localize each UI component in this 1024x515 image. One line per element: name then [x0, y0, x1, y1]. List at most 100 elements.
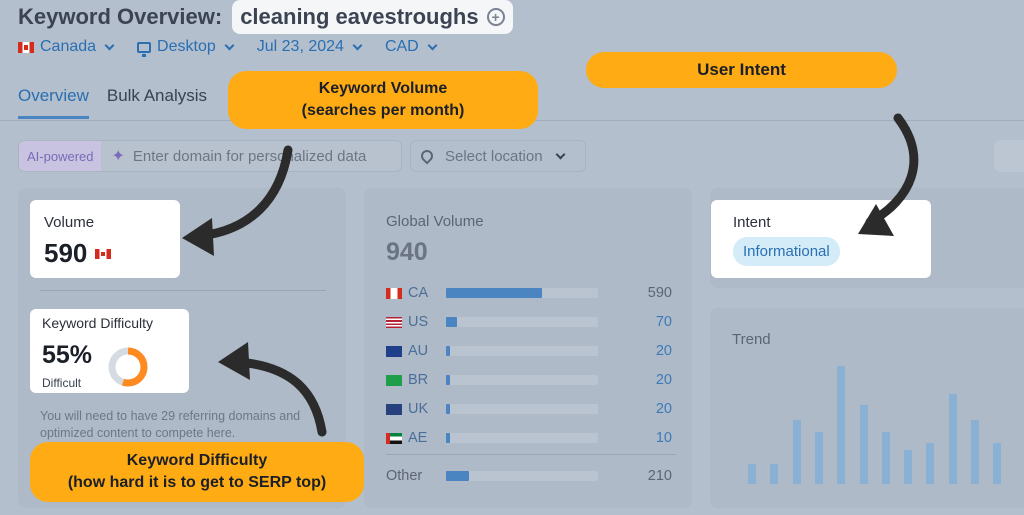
intent-badge[interactable]: Informational: [733, 237, 840, 266]
volume-bar-track: [446, 346, 598, 356]
trend-bar[interactable]: [949, 394, 957, 484]
country-volume-value[interactable]: 20: [656, 401, 672, 417]
global-volume-row-au: AU 20: [386, 341, 676, 361]
volume-label: Volume: [44, 214, 95, 231]
global-volume-row-us: US 70: [386, 312, 676, 332]
chevron-down-icon: [427, 40, 438, 50]
volume-bar-fill: [446, 404, 450, 414]
other-bar-track: [446, 471, 598, 481]
trend-bar[interactable]: [993, 443, 1001, 484]
country-code: AU: [408, 343, 429, 359]
country-code: CA: [408, 285, 429, 301]
volume-bar-fill: [446, 288, 542, 298]
volume-callout-line1: Keyword Volume: [318, 80, 448, 97]
volume-callout-line2: (searches per month): [301, 102, 465, 119]
global-volume-row-br: BR 20: [386, 370, 676, 390]
volume-bar-fill: [446, 346, 450, 356]
intent-callout: User Intent: [586, 52, 897, 88]
trend-label: Trend: [732, 331, 771, 348]
toolbar-right-control[interactable]: [994, 140, 1024, 172]
trend-bar[interactable]: [860, 405, 868, 484]
country-code: AE: [408, 430, 428, 446]
volume-bar-fill: [446, 433, 450, 443]
kd-donut-chart: [108, 347, 148, 387]
country-label: Canada: [40, 38, 97, 55]
location-placeholder: Select location: [445, 147, 543, 165]
country-code: BR: [408, 372, 429, 388]
country-selector[interactable]: Canada: [18, 38, 115, 56]
global-volume-row-ae: AE 10: [386, 428, 676, 448]
domain-input[interactable]: Enter domain for personalized data: [133, 148, 366, 165]
device-selector[interactable]: Desktop: [137, 38, 235, 57]
trend-bar[interactable]: [882, 432, 890, 484]
ca-flag-icon: [386, 288, 402, 299]
tab-bulk-analysis[interactable]: Bulk Analysis: [107, 86, 207, 119]
trend-bar[interactable]: [837, 366, 845, 484]
volume-callout: Keyword Volume (searches per month): [228, 71, 538, 129]
currency-selector[interactable]: CAD: [385, 38, 438, 56]
trend-bar[interactable]: [904, 450, 912, 484]
kd-callout-line2: (how hard it is to get to SERP top): [67, 474, 327, 491]
trend-bar[interactable]: [770, 464, 778, 484]
volume-bar-fill: [446, 375, 450, 385]
tabs: Overview Bulk Analysis: [18, 86, 207, 119]
volume-bar-track: [446, 288, 598, 298]
keyword-chip: cleaning eavestroughs +: [232, 0, 513, 34]
global-volume-value: 940: [386, 238, 428, 266]
volume-bar-track: [446, 404, 598, 414]
keyword-text: cleaning eavestroughs: [240, 4, 479, 29]
country-volume-value: 590: [647, 285, 672, 301]
trend-bar[interactable]: [793, 420, 801, 484]
global-volume-divider: [386, 454, 676, 455]
kd-value: 55%: [42, 341, 93, 369]
location-pin-icon: [418, 147, 436, 165]
intent-card: Intent Informational: [711, 200, 931, 278]
page: Keyword Overview: cleaning eavestroughs …: [0, 0, 1024, 515]
ai-domain-field[interactable]: AI-powered ✦ Enter domain for personaliz…: [18, 140, 402, 172]
country-volume-value[interactable]: 20: [656, 343, 672, 359]
canada-flag-icon: [95, 248, 112, 259]
kd-note: You will need to have 29 referring domai…: [40, 409, 301, 440]
country-volume-value[interactable]: 70: [656, 314, 672, 330]
keyword-difficulty-card: Keyword Difficulty 55% Difficult: [30, 309, 189, 393]
other-label: Other: [386, 468, 423, 484]
toolbar: AI-powered ✦ Enter domain for personaliz…: [18, 140, 586, 172]
volume-bar-fill: [446, 317, 457, 327]
intent-callout-text: User Intent: [697, 60, 786, 79]
ae-flag-icon: [386, 433, 402, 444]
us-flag-icon: [386, 317, 402, 328]
country-code: UK: [408, 401, 429, 417]
au-flag-icon: [386, 346, 402, 357]
canada-flag-icon: [18, 41, 34, 53]
country-code: US: [408, 314, 429, 330]
page-title: Keyword Overview: cleaning eavestroughs …: [18, 0, 513, 34]
plus-circle-icon[interactable]: +: [486, 8, 505, 26]
trend-bar[interactable]: [748, 464, 756, 484]
filters-bar: Canada Desktop Jul 23, 2024 CAD: [18, 38, 438, 57]
country-volume-value[interactable]: 20: [656, 372, 672, 388]
volume-bar-track: [446, 433, 598, 443]
sparkle-icon: ✦: [111, 148, 125, 165]
device-label: Desktop: [157, 38, 216, 55]
volume-value: 590: [44, 238, 88, 268]
other-value: 210: [647, 468, 672, 484]
chevron-down-icon: [104, 40, 115, 50]
date-label: Jul 23, 2024: [256, 38, 344, 55]
left-divider: [40, 290, 326, 291]
trend-bar[interactable]: [815, 432, 823, 484]
tab-overview[interactable]: Overview: [18, 86, 89, 119]
country-volume-value[interactable]: 10: [656, 430, 672, 446]
volume-value-row: 590: [44, 238, 112, 269]
global-volume-row-uk: UK 20: [386, 399, 676, 419]
title-prefix: Keyword Overview:: [18, 4, 223, 29]
br-flag-icon: [386, 375, 402, 386]
volume-bar-track: [446, 317, 598, 327]
trend-bar[interactable]: [926, 443, 934, 484]
volume-card: Volume 590: [30, 200, 180, 278]
kd-label: Keyword Difficulty: [42, 315, 154, 331]
global-volume-other-row: Other 210: [386, 466, 676, 486]
date-selector[interactable]: Jul 23, 2024: [256, 38, 363, 56]
kd-level: Difficult: [42, 376, 82, 390]
location-select[interactable]: Select location: [410, 140, 586, 172]
trend-bar[interactable]: [971, 420, 979, 484]
